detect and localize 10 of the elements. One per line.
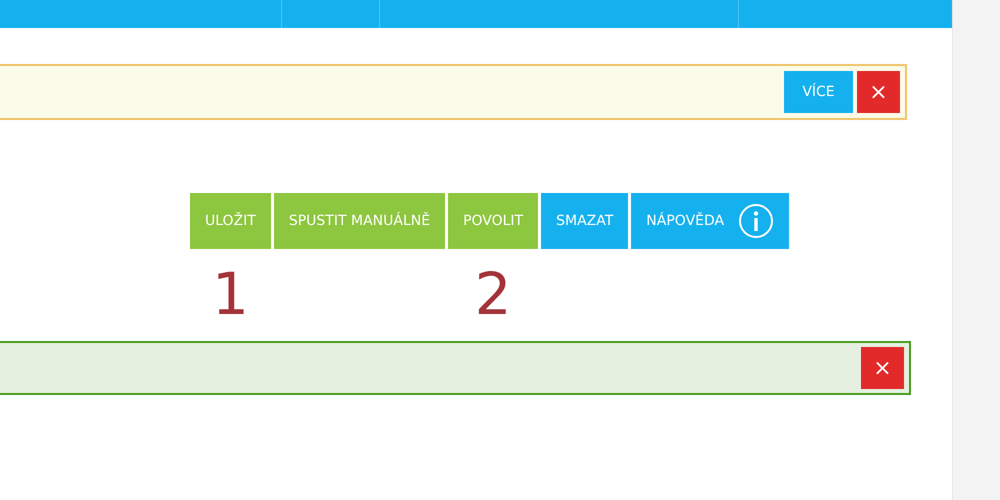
more-button[interactable]: VÍCE	[784, 71, 853, 113]
toolbar-button[interactable]: SMAZAT	[541, 193, 628, 249]
toolbar-button[interactable]: ULOŽIT	[190, 193, 271, 249]
toolbar-button[interactable]: SPUSTIT MANUÁLNĚ	[274, 193, 446, 249]
close-button[interactable]: ×	[861, 347, 904, 389]
step-number: 2	[474, 265, 512, 323]
toolbar-button[interactable]: NÁPOVĚDA	[631, 193, 790, 249]
step-number: 1	[212, 265, 249, 323]
close-button[interactable]: ×	[857, 71, 900, 113]
toolbar-button[interactable]: POVOLIT	[448, 193, 538, 249]
